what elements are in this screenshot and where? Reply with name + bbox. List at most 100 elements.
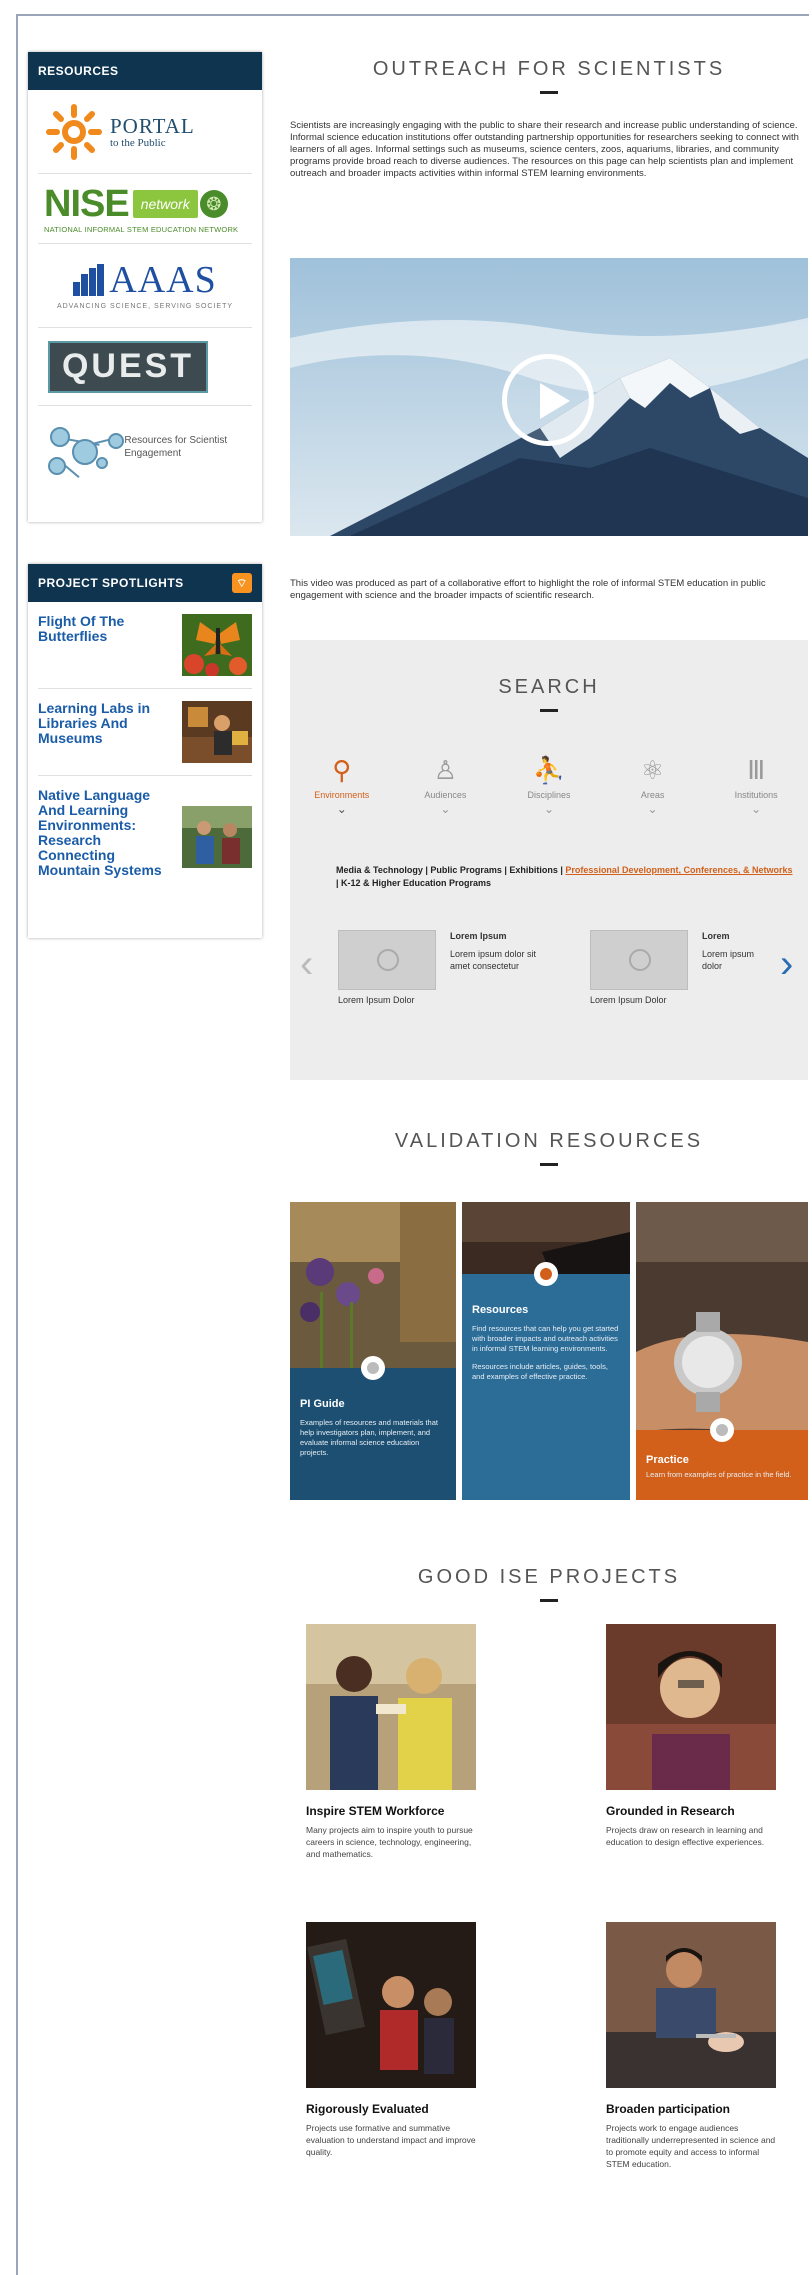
spotlight-item: Learning Labs in Libraries And Museums (38, 689, 252, 776)
carousel-item-title: Lorem (702, 931, 730, 941)
validation-card-panel: Practice Learn from examples of practice… (636, 1418, 808, 1500)
rss-icon[interactable]: ⌔ (232, 573, 252, 593)
projects-title: GOOD ISE PROJECTS (417, 1566, 681, 1588)
project-text: Projects use formative and summative eva… (306, 2123, 476, 2157)
person-icon: ♙ (433, 755, 458, 785)
placeholder-image (338, 930, 436, 990)
nise-network-logo[interactable]: NISE network ❂ NATIONAL INFORMAL STEM ED… (38, 174, 252, 244)
project-spotlights-header: PROJECT SPOTLIGHTS ⌔ (28, 564, 262, 602)
validation-card-title: Practice (646, 1454, 689, 1466)
validation-card-title: PI Guide (300, 1398, 345, 1410)
projects-section: GOOD ISE PROJECTS (290, 1566, 808, 1602)
placeholder-image (590, 930, 688, 990)
spotlight-item: Flight Of The Butterflies (38, 602, 252, 689)
aaas-logo-word: AAAS (109, 259, 217, 301)
play-button[interactable] (502, 354, 594, 446)
validation-title: VALIDATION RESOURCES (394, 1130, 704, 1152)
validation-card-text-secondary: Resources include articles, guides, tool… (472, 1362, 608, 1381)
project-card-participation[interactable]: Broaden participation Projects work to e… (606, 1922, 782, 2170)
category-label: Areas (640, 790, 665, 800)
carousel-item[interactable]: Lorem Lorem ipsum dolor (702, 930, 764, 972)
chevron-down-icon: ⌄ (647, 802, 658, 816)
category-environments[interactable]: ⚲ Environments ⌄ (295, 754, 389, 816)
outreach-paragraph: Scientists are increasingly engaging wit… (290, 120, 799, 179)
title-divider (540, 91, 558, 94)
carousel-item-title: Lorem Ipsum Dolor (590, 995, 667, 1005)
project-title: Grounded in Research (606, 1804, 735, 1818)
atom-icon: ⚛ (640, 755, 665, 785)
carousel-item-title: Lorem Ipsum Dolor (338, 995, 415, 1005)
quest-logo[interactable]: QUEST (38, 328, 252, 406)
subcategory-list[interactable]: Media & Technology | Public Programs | E… (336, 865, 565, 875)
portal-to-the-public-logo[interactable]: PORTAL to the Public (38, 90, 252, 174)
chevron-down-icon: ⌄ (543, 802, 555, 816)
project-card-evaluated[interactable]: Rigorously Evaluated Projects use format… (306, 1922, 482, 2158)
subcategory-active-link[interactable]: Professional Development, Conferences, &… (565, 865, 792, 875)
resources-widget: RESOURCES PORTAL to the Public NISE netw… (28, 52, 262, 522)
sun-logo-icon (46, 103, 102, 160)
carousel-item[interactable]: Lorem Ipsum Dolor (590, 930, 690, 1006)
validation-section: VALIDATION RESOURCES (290, 1130, 808, 1166)
validation-card-resources[interactable]: Resources Find resources that can help y… (462, 1202, 630, 1500)
category-label: Disciplines (527, 790, 571, 800)
validation-card-text: Learn from examples of practice in the f… (646, 1470, 792, 1479)
validation-card-practice[interactable]: Practice Learn from examples of practice… (636, 1202, 808, 1500)
aaas-logo-tagline: ADVANCING SCIENCE, SERVING SOCIETY (56, 303, 234, 310)
carousel-item[interactable]: Lorem Ipsum Lorem ipsum dolor sit amet c… (450, 930, 540, 972)
aaas-mark-icon (73, 264, 105, 296)
project-title: Inspire STEM Workforce (306, 1804, 445, 1818)
card-icon (361, 1356, 385, 1380)
carousel-item[interactable]: Lorem Ipsum Dolor (338, 930, 438, 1006)
project-title: Broaden participation (606, 2102, 731, 2116)
portal-logo-subtitle: to the Public (110, 136, 166, 149)
play-icon (540, 383, 570, 419)
carousel-item-title: Lorem Ipsum (450, 931, 507, 941)
spotlight-link-butterflies[interactable]: Flight Of The Butterflies (38, 614, 168, 644)
project-image (306, 1922, 476, 2088)
carousel-prev-icon[interactable]: ‹ (300, 944, 313, 984)
carousel-next-icon[interactable]: › (780, 944, 793, 984)
nise-logo-word: NISE (44, 182, 130, 225)
category-label: Institutions (734, 790, 778, 800)
category-disciplines[interactable]: ⛹ Disciplines ⌄ (502, 754, 596, 816)
card-icon (534, 1262, 558, 1286)
quest-logo-word: QUEST (48, 340, 208, 393)
project-title: Rigorously Evaluated (306, 2102, 429, 2116)
molecule-icon (46, 417, 124, 479)
outreach-title: OUTREACH FOR SCIENTISTS (372, 58, 726, 80)
spotlight-link-native-language[interactable]: Native Language And Learning Environment… (38, 788, 168, 878)
video-player[interactable] (290, 258, 808, 536)
carousel-item-subtitle: Lorem ipsum dolor (702, 949, 755, 971)
results-carousel: ‹ Lorem Ipsum Dolor Lorem Ipsum Lorem ip… (290, 930, 808, 1050)
project-spotlights-widget: PROJECT SPOTLIGHTS ⌔ Flight Of The Butte… (28, 564, 262, 938)
project-text: Projects work to engage audiences tradit… (606, 2123, 776, 2169)
spotlight-item: Native Language And Learning Environment… (38, 776, 252, 890)
category-audiences[interactable]: ♙ Audiences ⌄ (398, 754, 492, 816)
project-spotlights-heading: PROJECT SPOTLIGHTS (38, 576, 184, 590)
globe-icon: ❂ (199, 189, 228, 218)
aaas-logo[interactable]: AAAS ADVANCING SCIENCE, SERVING SOCIETY (38, 244, 252, 328)
video-caption: This video was produced as part of a col… (290, 578, 766, 601)
category-areas[interactable]: ⚛ Areas ⌄ (606, 754, 700, 816)
carousel-item-subtitle: Lorem ipsum dolor sit amet consectetur (450, 949, 537, 971)
search-title: SEARCH (498, 676, 600, 698)
chevron-down-icon: ⌄ (336, 802, 347, 816)
category-institutions[interactable]: Ⅲ Institutions ⌄ (709, 754, 803, 816)
card-icon (710, 1418, 734, 1442)
validation-card-text: Examples of resources and materials that… (300, 1418, 438, 1457)
project-image (606, 1922, 776, 2088)
scientist-engagement-logo[interactable]: Resources for Scientist Engagement (38, 406, 252, 488)
project-card-inspire[interactable]: Inspire STEM Workforce Many projects aim… (306, 1624, 482, 1860)
native-language-thumbnail[interactable] (182, 806, 252, 868)
lightbulb-icon: ⚲ (332, 755, 352, 785)
butterfly-thumbnail[interactable] (182, 614, 252, 677)
learning-labs-thumbnail[interactable] (182, 701, 252, 763)
project-image (606, 1624, 776, 1790)
validation-card-pi-guide[interactable]: PI Guide Examples of resources and mater… (290, 1202, 456, 1500)
column-icon: Ⅲ (747, 755, 766, 785)
project-card-research[interactable]: Grounded in Research Projects draw on re… (606, 1624, 782, 1848)
spotlight-link-learning-labs[interactable]: Learning Labs in Libraries And Museums (38, 701, 168, 746)
subcategory-list-rest[interactable]: | K-12 & Higher Education Programs (336, 878, 491, 888)
search-categories: ⚲ Environments ⌄ ♙ Audiences ⌄ ⛹ Discipl… (290, 754, 808, 816)
validation-card-text: Find resources that can help you get sta… (472, 1324, 619, 1353)
